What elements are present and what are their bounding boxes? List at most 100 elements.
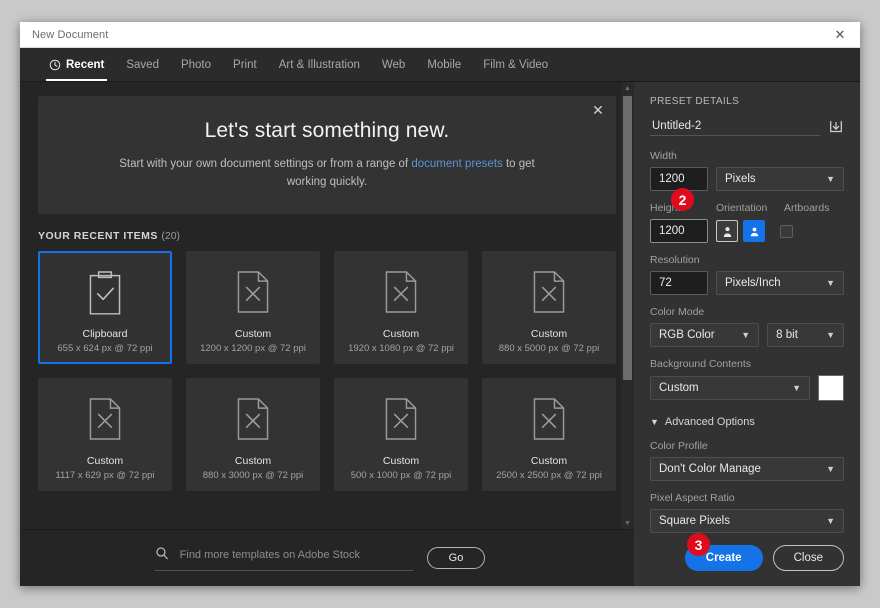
recent-item-custom-4[interactable]: Custom 1117 x 629 px @ 72 ppi <box>38 378 172 491</box>
close-button[interactable]: Close <box>773 545 844 571</box>
clipboard-check-icon <box>85 262 125 322</box>
preset-details-panel: PRESET DETAILS Width Pixels ▼ <box>634 82 860 586</box>
width-label: Width <box>650 150 844 162</box>
recent-items-grid: Clipboard 655 x 624 px @ 72 ppi <box>38 251 616 491</box>
recent-item-custom-5[interactable]: Custom 880 x 3000 px @ 72 ppi <box>186 378 320 491</box>
scroll-down-icon[interactable]: ▼ <box>624 517 631 529</box>
tab-label: Saved <box>126 59 159 71</box>
document-name-input[interactable] <box>650 117 820 136</box>
scroll-up-icon[interactable]: ▲ <box>624 82 631 94</box>
recent-item-custom-3[interactable]: Custom 880 x 5000 px @ 72 ppi <box>482 251 616 364</box>
chevron-down-icon: ▼ <box>826 330 835 340</box>
templates-scrollbar[interactable]: ▲ ▼ <box>621 82 634 529</box>
templates-pane: ✕ Let's start something new. Start with … <box>20 82 634 586</box>
tab-art-and-illustration[interactable]: Art & Illustration <box>268 48 371 81</box>
tab-label: Web <box>382 59 405 71</box>
tab-recent[interactable]: Recent <box>38 48 115 81</box>
color-profile-select[interactable]: Don't Color Manage ▼ <box>650 457 844 481</box>
resolution-unit-value: Pixels/Inch <box>725 277 781 289</box>
recent-item-name: Custom <box>383 455 419 467</box>
color-profile-value: Don't Color Manage <box>659 463 761 475</box>
recent-item-meta: 500 x 1000 px @ 72 ppi <box>351 470 452 481</box>
tab-film-and-video[interactable]: Film & Video <box>472 48 559 81</box>
recent-items-heading: YOUR RECENT ITEMS (20) <box>38 230 616 242</box>
chevron-down-icon: ▼ <box>826 516 835 526</box>
custom-document-icon <box>381 262 421 322</box>
color-profile-label: Color Profile <box>650 440 844 452</box>
document-name-row <box>650 117 844 136</box>
advanced-options-toggle[interactable]: ▼ Advanced Options <box>650 416 844 428</box>
clock-icon <box>49 59 61 71</box>
scrollbar-track[interactable] <box>621 94 634 517</box>
height-input[interactable] <box>650 219 708 243</box>
scrollbar-thumb[interactable] <box>623 96 632 380</box>
go-button[interactable]: Go <box>427 547 486 569</box>
tab-web[interactable]: Web <box>371 48 416 81</box>
chevron-down-icon: ▼ <box>650 417 659 427</box>
tab-label: Mobile <box>427 59 461 71</box>
annotation-badge-3: 3 <box>687 533 710 556</box>
recent-item-name: Custom <box>87 455 123 467</box>
recent-item-custom-1[interactable]: Custom 1200 x 1200 px @ 72 ppi <box>186 251 320 364</box>
tab-saved[interactable]: Saved <box>115 48 170 81</box>
tab-print[interactable]: Print <box>222 48 268 81</box>
background-color-swatch[interactable] <box>818 375 844 401</box>
dialog-body: ✕ Let's start something new. Start with … <box>20 82 860 586</box>
recent-item-custom-6[interactable]: Custom 500 x 1000 px @ 72 ppi <box>334 378 468 491</box>
tab-mobile[interactable]: Mobile <box>416 48 472 81</box>
tab-label: Photo <box>181 59 211 71</box>
resolution-label: Resolution <box>650 254 844 266</box>
chevron-down-icon: ▼ <box>826 278 835 288</box>
portrait-orientation-icon[interactable] <box>716 220 738 242</box>
advanced-options-label: Advanced Options <box>665 416 755 428</box>
recent-item-custom-7[interactable]: Custom 2500 x 2500 px @ 72 ppi <box>482 378 616 491</box>
custom-document-icon <box>233 262 273 322</box>
bit-depth-select[interactable]: 8 bit ▼ <box>767 323 844 347</box>
custom-document-icon <box>529 389 569 449</box>
recent-item-name: Custom <box>383 328 419 340</box>
width-unit-select[interactable]: Pixels ▼ <box>716 167 844 191</box>
resolution-unit-select[interactable]: Pixels/Inch ▼ <box>716 271 844 295</box>
preset-details-title: PRESET DETAILS <box>650 96 844 107</box>
title-bar: New Document ✕ <box>20 22 860 48</box>
recent-item-name: Custom <box>235 455 271 467</box>
orientation-label: Orientation <box>716 202 784 214</box>
stock-search-box[interactable] <box>155 546 413 571</box>
banner-text-before: Start with your own document settings or… <box>119 158 411 170</box>
close-icon[interactable]: ✕ <box>820 22 860 47</box>
chevron-down-icon: ▼ <box>741 330 750 340</box>
background-contents-label: Background Contents <box>650 358 844 370</box>
custom-document-icon <box>381 389 421 449</box>
search-input[interactable] <box>178 548 413 562</box>
width-unit-value: Pixels <box>725 173 756 185</box>
new-document-dialog: New Document ✕ Recent Saved Photo Print … <box>20 22 860 586</box>
recent-item-name: Custom <box>531 455 567 467</box>
stock-search-row: Go <box>20 529 634 586</box>
chevron-down-icon: ▼ <box>826 464 835 474</box>
recent-item-custom-2[interactable]: Custom 1920 x 1080 px @ 72 ppi <box>334 251 468 364</box>
artboards-checkbox[interactable] <box>780 225 793 238</box>
custom-document-icon <box>85 389 125 449</box>
recent-item-meta: 1117 x 629 px @ 72 ppi <box>55 470 154 481</box>
category-tab-bar: Recent Saved Photo Print Art & Illustrat… <box>20 48 860 82</box>
resolution-input[interactable] <box>650 271 708 295</box>
landscape-orientation-icon[interactable] <box>743 220 765 242</box>
color-mode-select[interactable]: RGB Color ▼ <box>650 323 759 347</box>
recent-item-meta: 1200 x 1200 px @ 72 ppi <box>200 343 306 354</box>
resolution-row: Pixels/Inch ▼ <box>650 271 844 295</box>
tab-label: Art & Illustration <box>279 59 360 71</box>
tab-photo[interactable]: Photo <box>170 48 222 81</box>
recent-items-count: (20) <box>161 230 180 242</box>
save-preset-icon[interactable] <box>828 119 844 135</box>
document-presets-link[interactable]: document presets <box>411 158 502 170</box>
recent-item-clipboard[interactable]: Clipboard 655 x 624 px @ 72 ppi <box>38 251 172 364</box>
banner-close-icon[interactable]: ✕ <box>590 103 606 119</box>
recent-item-meta: 880 x 3000 px @ 72 ppi <box>203 470 304 481</box>
recent-item-meta: 1920 x 1080 px @ 72 ppi <box>348 343 454 354</box>
color-mode-label: Color Mode <box>650 306 844 318</box>
search-icon <box>155 546 169 565</box>
recent-item-name: Custom <box>531 328 567 340</box>
background-contents-select[interactable]: Custom ▼ <box>650 376 810 400</box>
recent-items-title: YOUR RECENT ITEMS <box>38 230 158 242</box>
recent-item-meta: 655 x 624 px @ 72 ppi <box>57 343 152 354</box>
